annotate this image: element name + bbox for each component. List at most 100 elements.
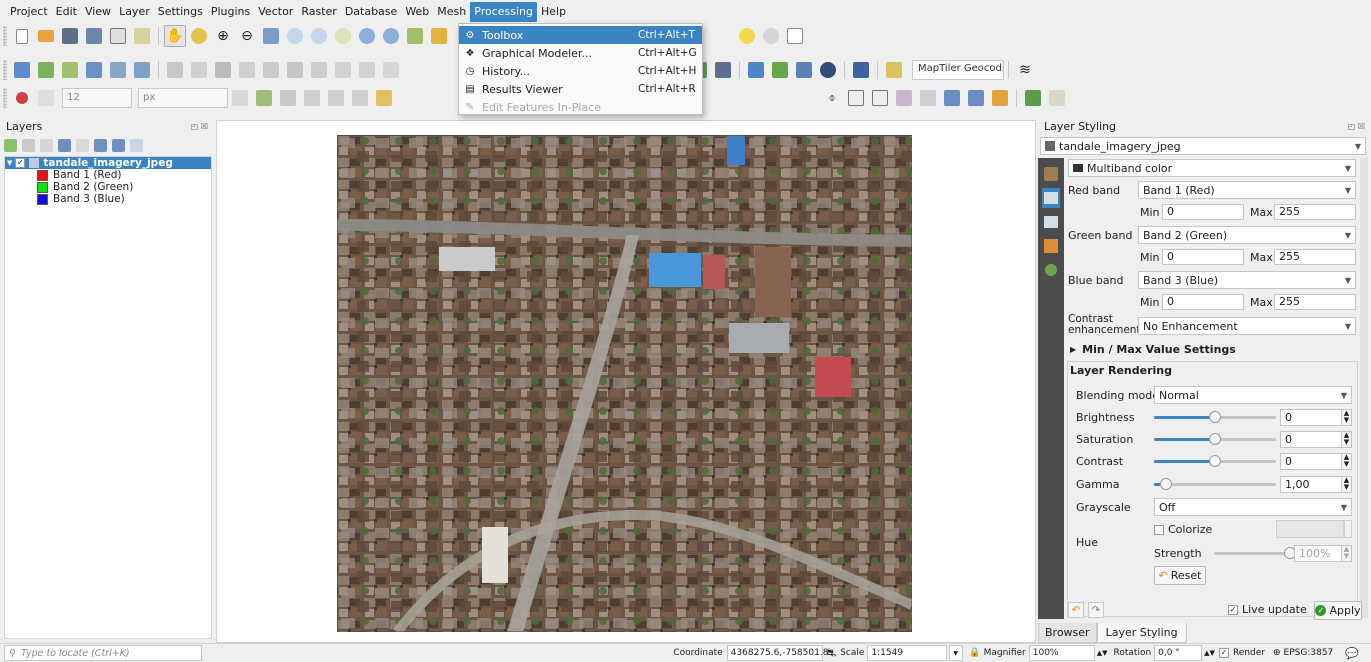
- green-min-input[interactable]: 0: [1162, 249, 1244, 265]
- live-update-check-box[interactable]: ✓: [1228, 604, 1238, 615]
- annotation-button[interactable]: [736, 25, 758, 47]
- spin-arrows-icon[interactable]: ▲▼: [1341, 410, 1351, 425]
- copy-features-button[interactable]: [356, 59, 378, 81]
- modify-attributes-button[interactable]: [284, 59, 306, 81]
- toolbar-handle[interactable]: [3, 26, 7, 46]
- saturation-spinbox[interactable]: 0 ▲ ▼: [1280, 431, 1352, 448]
- scale-combo[interactable]: 1:1549: [867, 645, 948, 661]
- menu-help[interactable]: Help: [537, 2, 570, 22]
- layout-manager-button[interactable]: [131, 25, 153, 47]
- colorize-check-box[interactable]: [1154, 524, 1164, 535]
- delete-feature-button[interactable]: [308, 59, 330, 81]
- crs-button[interactable]: EPSG:3857: [1284, 648, 1334, 658]
- expand-arrow-icon[interactable]: ▼: [7, 157, 12, 169]
- eye-icon[interactable]: [40, 138, 53, 152]
- menu-processing[interactable]: Processing: [470, 2, 538, 22]
- toolbar-handle[interactable]: [3, 60, 7, 80]
- magnifier-spinbox[interactable]: 100%: [1028, 645, 1095, 661]
- renderer-combo[interactable]: Multiband color ▼: [1068, 159, 1356, 177]
- menu-layer[interactable]: Layer: [115, 2, 154, 22]
- tab-pyramids[interactable]: [1042, 236, 1060, 256]
- styling-scrollbar[interactable]: [1360, 158, 1368, 618]
- lock-icon[interactable]: 🔒: [969, 648, 980, 658]
- advanced-digitize-button[interactable]: [253, 87, 275, 109]
- edit-toggle-button[interactable]: [188, 59, 210, 81]
- colorize-checkbox[interactable]: Colorize: [1154, 523, 1212, 536]
- add-group-icon[interactable]: [22, 138, 35, 152]
- layer-row[interactable]: ▼ ✓ tandale_imagery_jpeg: [5, 157, 211, 169]
- open-project-button[interactable]: [35, 25, 57, 47]
- map-canvas[interactable]: [216, 120, 1036, 643]
- digitize-button[interactable]: [83, 59, 105, 81]
- gamma-slider[interactable]: [1154, 478, 1276, 490]
- tab-history[interactable]: [1042, 260, 1060, 280]
- edit-pencil-button[interactable]: [164, 59, 186, 81]
- add-delimited-button[interactable]: [59, 59, 81, 81]
- spin-arrows-icon[interactable]: ▲▼: [1341, 454, 1351, 469]
- locator-search-input[interactable]: ⚲ Type to locate (Ctrl+K): [4, 645, 202, 661]
- plugin-button[interactable]: [883, 59, 905, 81]
- raster-imagery[interactable]: [337, 135, 912, 632]
- menu-edit[interactable]: Edit: [52, 2, 81, 22]
- menu-raster[interactable]: Raster: [297, 2, 340, 22]
- pan-button[interactable]: ✋: [164, 25, 186, 47]
- tab-symbology[interactable]: [1042, 164, 1060, 184]
- red-max-input[interactable]: 255: [1274, 204, 1356, 220]
- offset-curve-button[interactable]: [325, 87, 347, 109]
- strength-spinbox[interactable]: 100% ▲ ▼: [1294, 545, 1352, 562]
- contrast-enhancement-combo[interactable]: No Enhancement ▼: [1138, 317, 1356, 335]
- colorize-color-button[interactable]: [1276, 520, 1344, 538]
- cut-features-button[interactable]: [332, 59, 354, 81]
- tab-layer-styling[interactable]: Layer Styling: [1096, 623, 1187, 643]
- colorize-color-dropdown[interactable]: [1344, 520, 1352, 538]
- spatial-bookmark-button[interactable]: [1022, 87, 1044, 109]
- panel-float-close-icon[interactable]: ◰ ☒: [1348, 122, 1365, 131]
- save-as-button[interactable]: [83, 25, 105, 47]
- bookmark-button[interactable]: [428, 25, 450, 47]
- messages-icon[interactable]: 💬: [1345, 647, 1359, 660]
- unit-combo[interactable]: px: [138, 88, 228, 108]
- zoom-out-button[interactable]: ⊖: [236, 25, 258, 47]
- new-project-button[interactable]: [11, 25, 33, 47]
- processing-menu-item-graphical-modeler[interactable]: ❖ Graphical Modeler... Ctrl+Alt+G: [459, 44, 702, 62]
- blue-max-input[interactable]: 255: [1274, 294, 1356, 310]
- menu-view[interactable]: View: [81, 2, 115, 22]
- rotation-spinbox[interactable]: 0,0 °: [1154, 645, 1203, 661]
- brightness-spinbox[interactable]: 0 ▲ ▼: [1280, 409, 1352, 426]
- reset-button[interactable]: ↶ Reset: [1154, 566, 1206, 585]
- layer-visibility-checkbox[interactable]: ✓: [15, 158, 26, 168]
- processing-menu-item-results-viewer[interactable]: ▤ Results Viewer Ctrl+Alt+R: [459, 80, 702, 98]
- blending-mode-combo[interactable]: Normal ▼: [1154, 386, 1352, 404]
- coordinate-field[interactable]: 4368275.6,-758501.8: [726, 645, 828, 661]
- save-project-button[interactable]: [59, 25, 81, 47]
- apply-button[interactable]: ✓ Apply: [1314, 601, 1362, 620]
- data-source-manager-button[interactable]: [11, 59, 33, 81]
- extents-toggle-icon[interactable]: ⛐: [827, 646, 837, 661]
- cad-button[interactable]: [277, 87, 299, 109]
- diagram-button[interactable]: [989, 87, 1011, 109]
- tab-browser[interactable]: Browser: [1038, 623, 1097, 643]
- zoom-full-button[interactable]: [260, 25, 282, 47]
- rotate-label-button[interactable]: [917, 87, 939, 109]
- slider-handle[interactable]: [1209, 433, 1221, 445]
- toolbar-handle[interactable]: [3, 88, 7, 108]
- add-raster-button[interactable]: [107, 59, 129, 81]
- layout-button[interactable]: [107, 25, 129, 47]
- digitize-shape-button[interactable]: [229, 87, 251, 109]
- expand-all-icon[interactable]: [94, 138, 107, 152]
- field-calculator-button[interactable]: [712, 59, 734, 81]
- highlight-labels-button[interactable]: [845, 87, 867, 109]
- menu-plugins[interactable]: Plugins: [207, 2, 254, 22]
- remove-layer-icon[interactable]: [130, 138, 143, 152]
- change-label-button[interactable]: [941, 87, 963, 109]
- scale-dropdown[interactable]: ▼: [949, 645, 964, 661]
- layers-stack-button[interactable]: ≋: [1014, 59, 1036, 81]
- spin-arrows-icon[interactable]: ▲▼: [1097, 649, 1108, 657]
- zoom-next-button[interactable]: [380, 25, 402, 47]
- simplify-button[interactable]: [349, 87, 371, 109]
- gamma-spinbox[interactable]: 1,00 ▲ ▼: [1280, 476, 1352, 493]
- contrast-spinbox[interactable]: 0 ▲ ▼: [1280, 453, 1352, 470]
- green-max-input[interactable]: 255: [1274, 249, 1356, 265]
- reshape-button[interactable]: [301, 87, 323, 109]
- live-update-checkbox[interactable]: ✓ Live update: [1228, 603, 1307, 616]
